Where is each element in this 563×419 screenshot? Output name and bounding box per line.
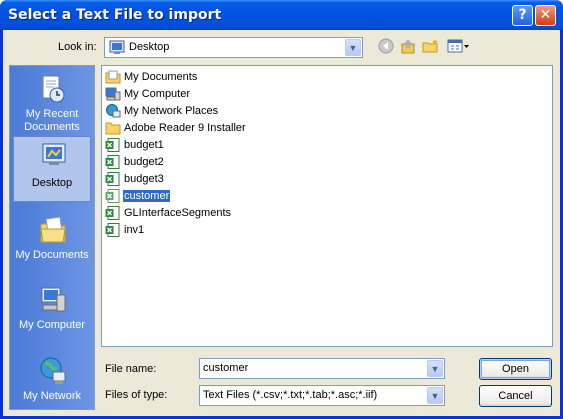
- file-name: customer: [123, 190, 171, 202]
- excel-file-icon: [105, 155, 120, 170]
- place-label: My Recent Documents: [24, 108, 80, 133]
- file-name: My Computer: [124, 88, 191, 100]
- place-my-documents[interactable]: My Documents: [13, 211, 91, 277]
- file-name: inv1: [124, 224, 145, 236]
- list-item[interactable]: budget2: [105, 154, 165, 170]
- window-title: Select a Text File to import: [8, 7, 222, 23]
- file-name: budget2: [124, 156, 164, 168]
- file-name-field[interactable]: customer ▼: [199, 358, 445, 379]
- excel-file-icon: [105, 172, 120, 187]
- desktop-icon: [42, 143, 66, 165]
- excel-file-icon: [105, 138, 120, 153]
- place-desktop[interactable]: Desktop: [13, 136, 91, 202]
- file-name: My Documents: [124, 71, 198, 83]
- my-documents-icon: [40, 216, 66, 243]
- look-in-label: Look in:: [58, 41, 97, 53]
- place-my-network[interactable]: My Network: [13, 352, 91, 418]
- chevron-down-icon[interactable]: ▼: [345, 39, 361, 56]
- list-item[interactable]: My Network Places: [105, 103, 219, 119]
- places-bar: My Recent Documents Desktop My Documents: [9, 65, 95, 410]
- dialog-body: Look in: Desktop ▼ My Recent Documents D…: [3, 30, 560, 416]
- excel-file-icon: [105, 206, 120, 221]
- list-item[interactable]: GLInterfaceSegments: [105, 205, 232, 221]
- file-name: budget1: [124, 139, 164, 151]
- close-button[interactable]: ✕: [535, 5, 556, 26]
- file-name-label: File name:: [105, 363, 157, 375]
- files-of-type-dropdown[interactable]: Text Files (*.csv;*.txt;*.tab;*.asc;*.ii…: [199, 385, 445, 406]
- chevron-down-icon[interactable]: ▼: [427, 387, 443, 404]
- file-name: budget3: [124, 173, 164, 185]
- computer-icon: [105, 87, 121, 101]
- folder-documents-icon: [105, 70, 121, 84]
- open-button[interactable]: Open: [479, 358, 552, 380]
- cancel-button[interactable]: Cancel: [479, 385, 552, 407]
- file-name-value: customer: [203, 362, 249, 374]
- look-in-value: Desktop: [129, 41, 170, 53]
- folder-icon: [105, 122, 121, 135]
- my-network-icon: [40, 357, 66, 384]
- network-places-icon: [106, 104, 121, 118]
- list-item[interactable]: My Computer: [105, 86, 191, 102]
- back-icon[interactable]: [377, 38, 395, 56]
- place-my-computer[interactable]: My Computer: [13, 281, 91, 347]
- my-recent-documents-icon: [42, 75, 65, 103]
- list-item[interactable]: budget3: [105, 171, 165, 187]
- list-item-selected[interactable]: customer: [105, 188, 171, 204]
- place-my-recent-documents[interactable]: My Recent Documents: [13, 70, 91, 136]
- chevron-down-icon[interactable]: ▼: [427, 360, 443, 377]
- look-in-dropdown[interactable]: Desktop ▼: [104, 37, 363, 58]
- up-folder-icon[interactable]: [399, 38, 417, 56]
- file-list[interactable]: My Documents My Computer My Network Plac…: [101, 65, 553, 347]
- views-menu-icon[interactable]: [446, 38, 472, 56]
- excel-file-icon: [105, 223, 120, 238]
- new-folder-icon[interactable]: [422, 38, 440, 56]
- place-label: Desktop: [31, 177, 73, 189]
- dialog-window: Select a Text File to import ? ✕ Look in…: [0, 0, 563, 419]
- place-label: My Computer: [18, 319, 86, 331]
- files-of-type-label: Files of type:: [105, 389, 168, 401]
- excel-file-icon: [105, 189, 120, 204]
- file-name: Adobe Reader 9 Installer: [124, 122, 246, 134]
- place-label: My Documents: [15, 249, 89, 261]
- files-of-type-value: Text Files (*.csv;*.txt;*.tab;*.asc;*.ii…: [203, 389, 378, 401]
- my-computer-icon: [41, 287, 66, 312]
- list-item[interactable]: inv1: [105, 222, 145, 238]
- list-item[interactable]: budget1: [105, 137, 165, 153]
- list-item[interactable]: My Documents: [105, 69, 198, 85]
- desktop-icon: [109, 40, 125, 54]
- list-item[interactable]: Adobe Reader 9 Installer: [105, 120, 247, 136]
- help-button[interactable]: ?: [512, 5, 533, 26]
- file-name: GLInterfaceSegments: [124, 207, 232, 219]
- title-bar[interactable]: Select a Text File to import ? ✕: [0, 0, 563, 30]
- file-name: My Network Places: [124, 105, 219, 117]
- place-label: My Network: [22, 390, 82, 402]
